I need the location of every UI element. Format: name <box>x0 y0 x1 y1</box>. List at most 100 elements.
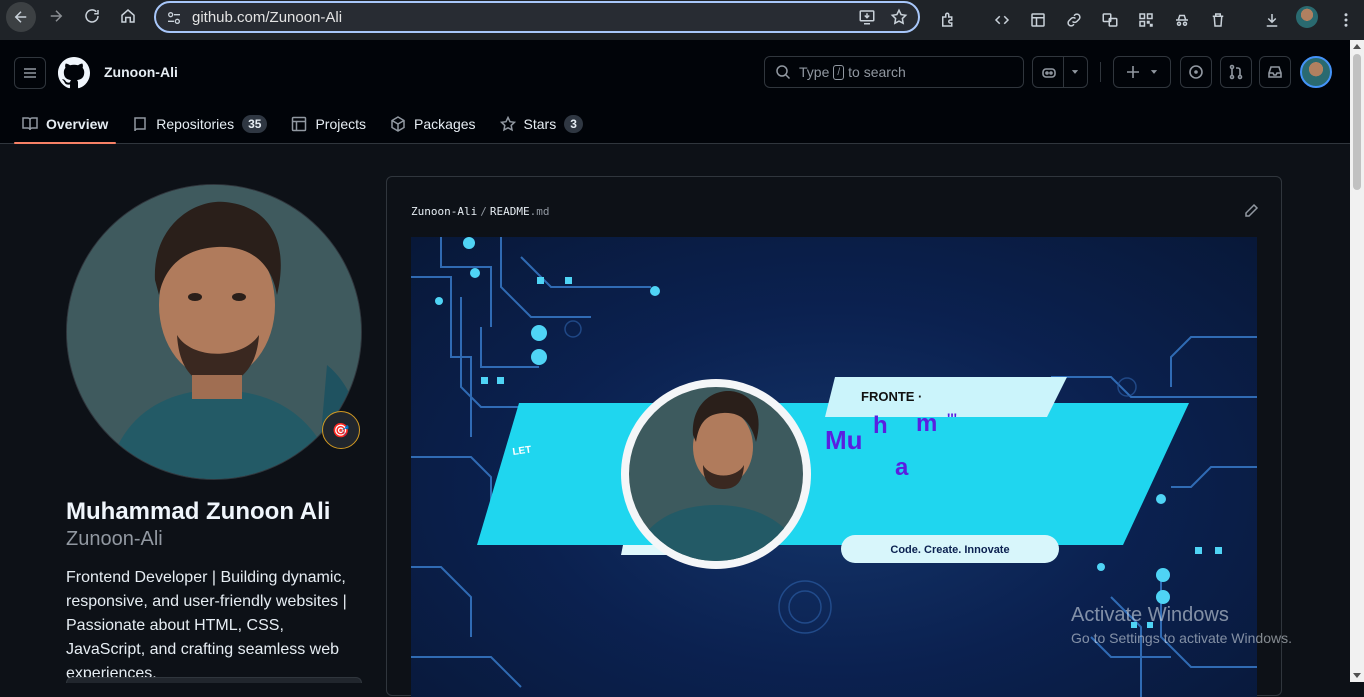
back-button[interactable] <box>6 2 36 32</box>
translate-button[interactable] <box>1096 6 1124 34</box>
extension-toolbar <box>934 6 1286 34</box>
star-icon <box>499 116 516 132</box>
qr-code-button[interactable] <box>1132 6 1160 34</box>
profile-full-name: Muhammad Zunoon Ali <box>66 498 331 525</box>
banner-name-mu: Mu <box>825 425 863 455</box>
banner-name-tick: ''' <box>947 410 957 426</box>
downloads-button[interactable] <box>1258 6 1286 34</box>
status-badge[interactable]: 🎯 <box>322 411 360 449</box>
profile-bio: Frontend Developer | Building dynamic, r… <box>66 569 347 682</box>
code-icon <box>994 15 1010 25</box>
browser-toolbar: github.com/Zunoon-Ali <box>0 0 1364 40</box>
create-new-button[interactable] <box>1113 56 1171 88</box>
trash-icon <box>1212 13 1224 27</box>
github-logo-icon[interactable] <box>58 57 90 89</box>
readme-owner-link[interactable]: Zunoon-Ali <box>411 205 477 218</box>
spy-icon <box>1176 14 1188 26</box>
readme-path: Zunoon-Ali / README.md <box>411 205 549 218</box>
arrow-left-icon <box>14 11 27 23</box>
plus-icon <box>1127 66 1139 78</box>
repositories-count: 35 <box>242 115 268 133</box>
tab-label: Projects <box>315 116 367 132</box>
search-placeholder-end: to search <box>848 64 906 80</box>
tab-packages[interactable]: Packages <box>382 104 483 144</box>
reload-icon <box>85 9 99 23</box>
pull-request-icon <box>1229 64 1243 80</box>
path-separator: / <box>480 205 487 218</box>
browser-profile-avatar[interactable] <box>1296 6 1318 28</box>
devtools-button[interactable] <box>988 6 1016 34</box>
tab-label: Packages <box>414 116 476 132</box>
repo-icon <box>134 117 147 132</box>
user-avatar[interactable] <box>1300 56 1332 88</box>
inbox-button[interactable] <box>1259 56 1291 88</box>
scroll-down-arrow-icon[interactable] <box>1353 673 1361 678</box>
status-emoji: 🎯 <box>332 421 350 438</box>
chevron-down-icon <box>1150 70 1158 74</box>
global-nav-menu-button[interactable] <box>14 57 46 89</box>
readme-banner-image: FRONTE · LET Mu h m ''' a Code. Create. … <box>411 237 1257 697</box>
home-button[interactable] <box>114 2 142 30</box>
reader-mode-button[interactable] <box>1024 6 1052 34</box>
reload-button[interactable] <box>78 2 106 30</box>
banner-name-m: m <box>916 410 937 437</box>
readme-file-link[interactable]: README <box>490 205 530 218</box>
inbox-icon <box>1268 66 1282 78</box>
extensions-button[interactable] <box>934 6 962 34</box>
link-icon <box>1067 13 1081 27</box>
banner-name-a: a <box>895 454 909 481</box>
layout-icon <box>1031 13 1045 27</box>
profile-photo-image <box>67 185 361 479</box>
more-vertical-icon <box>1344 13 1348 27</box>
table-icon <box>292 116 307 132</box>
tab-overview[interactable]: Overview <box>14 104 117 144</box>
tab-projects[interactable]: Projects <box>283 104 374 144</box>
chevron-down-icon <box>1071 70 1078 74</box>
install-app-icon[interactable] <box>858 8 876 26</box>
translate-icon <box>1102 13 1118 27</box>
home-icon <box>121 9 135 23</box>
incognito-extension-button[interactable] <box>1168 6 1196 34</box>
puzzle-icon <box>942 12 953 27</box>
windows-activation-title: Activate Windows <box>1071 604 1229 626</box>
copilot-icon <box>1041 68 1056 78</box>
scrollbar-thumb[interactable] <box>1353 54 1361 190</box>
search-input[interactable]: Type / to search <box>764 56 1024 88</box>
url-text: github.com/Zunoon-Ali <box>192 8 343 26</box>
package-icon <box>391 116 405 132</box>
profile-photo[interactable] <box>66 184 362 480</box>
profile-login: Zunoon-Ali <box>66 528 163 550</box>
search-icon <box>776 65 791 80</box>
edit-profile-button[interactable] <box>66 677 362 683</box>
header-divider <box>1100 62 1101 82</box>
copilot-button[interactable] <box>1032 56 1088 88</box>
banner-name-h: h <box>873 412 888 439</box>
pencil-icon[interactable] <box>1243 203 1259 219</box>
tab-stars[interactable]: Stars 3 <box>492 104 591 144</box>
site-info-icon[interactable] <box>166 10 182 26</box>
tab-label: Overview <box>46 116 109 132</box>
copy-link-button[interactable] <box>1060 6 1088 34</box>
browser-menu-button[interactable] <box>1332 6 1360 34</box>
header-username[interactable]: Zunoon-Ali <box>104 64 178 80</box>
readme-file-ext: .md <box>529 205 550 218</box>
trash-extension-button[interactable] <box>1204 6 1232 34</box>
book-icon <box>22 117 38 131</box>
scroll-up-arrow-icon[interactable] <box>1353 44 1361 49</box>
windows-activation-subtitle: Go to Settings to activate Windows. <box>1071 630 1292 646</box>
stars-count: 3 <box>564 115 583 133</box>
search-shortcut-key: / <box>833 64 845 80</box>
bookmark-star-icon[interactable] <box>890 8 908 26</box>
tab-label: Stars <box>523 116 557 132</box>
banner-tagline: Code. Create. Innovate <box>890 544 1009 556</box>
forward-button[interactable] <box>42 2 70 30</box>
tab-label: Repositories <box>156 116 235 132</box>
page-scrollbar[interactable] <box>1350 40 1364 682</box>
qr-code-icon <box>1139 13 1153 27</box>
address-bar[interactable]: github.com/Zunoon-Ali <box>154 1 920 33</box>
download-icon <box>1266 14 1278 27</box>
issues-button[interactable] <box>1180 56 1212 88</box>
pull-requests-button[interactable] <box>1220 56 1252 88</box>
profile-tabs: Overview Repositories 35 Projects Packag… <box>14 104 599 144</box>
tab-repositories[interactable]: Repositories 35 <box>124 104 275 144</box>
